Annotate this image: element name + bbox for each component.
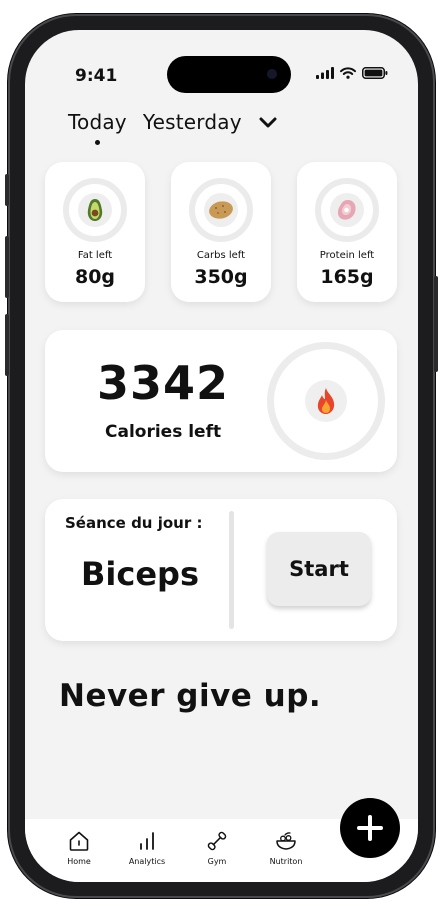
tab-yesterday[interactable]: Yesterday (143, 110, 242, 134)
add-button[interactable] (340, 798, 400, 858)
meat-icon (337, 200, 356, 220)
session-card: Séance du jour : Biceps Start (45, 499, 397, 641)
action-button (5, 174, 9, 206)
calories-value: 3342 (97, 356, 230, 410)
nav-item-gym[interactable]: Gym (187, 829, 247, 866)
nav-label-home: Home (67, 857, 91, 866)
fat-value: 80g (74, 266, 116, 288)
carbs-label: Carbs left (196, 250, 246, 261)
carbs-value: 350g (194, 266, 248, 288)
carbs-card[interactable]: Carbs left 350g (171, 162, 271, 302)
start-button[interactable]: Start (267, 532, 371, 606)
app-screen: 9:41 Today Yesterday Fat left 80g Carbs … (25, 30, 418, 882)
home-icon (69, 831, 89, 851)
fat-card[interactable]: Fat left 80g (45, 162, 145, 302)
phone-frame: 9:41 Today Yesterday Fat left 80g Carbs … (5, 14, 438, 898)
nav-item-home[interactable]: Home (49, 829, 109, 866)
potato-icon (209, 201, 233, 219)
dumbbell-icon (207, 831, 227, 851)
tab-today[interactable]: Today (68, 110, 127, 145)
flame-icon (317, 388, 335, 414)
nav-label-analytics: Analytics (128, 857, 166, 866)
fat-progress-ring (63, 178, 127, 242)
battery-icon (362, 67, 388, 79)
tab-today-label: Today (68, 110, 127, 134)
session-name: Biceps (81, 555, 199, 593)
plus-icon (357, 815, 383, 841)
protein-label: Protein left (319, 250, 375, 261)
carbs-progress-ring (189, 178, 253, 242)
salad-bowl-icon (276, 832, 296, 850)
protein-value: 165g (320, 266, 374, 288)
nav-label-nutrition: Nutriton (269, 857, 303, 866)
volume-down-button (5, 314, 9, 376)
nav-label-gym: Gym (207, 857, 227, 866)
fat-label: Fat left (77, 250, 113, 261)
chevron-down-icon[interactable] (256, 112, 280, 132)
volume-up-button (5, 236, 9, 298)
protein-progress-ring (315, 178, 379, 242)
wifi-icon (340, 67, 356, 79)
avocado-icon (87, 199, 103, 221)
nav-item-analytics[interactable]: Analytics (117, 829, 177, 866)
calories-progress-ring (267, 342, 385, 460)
tab-yesterday-label: Yesterday (142, 110, 242, 134)
nav-item-nutrition[interactable]: Nutriton (256, 829, 316, 866)
motto-text: Never give up. (59, 678, 322, 714)
power-button (434, 276, 438, 372)
active-tab-indicator (95, 140, 101, 145)
calories-label: Calories left (105, 422, 222, 442)
signal-icon (316, 67, 334, 79)
session-title: Séance du jour : (65, 514, 203, 532)
status-time: 9:41 (75, 66, 118, 86)
protein-card[interactable]: Protein left 165g (297, 162, 397, 302)
analytics-icon (140, 832, 154, 850)
calories-card[interactable]: 3342 Calories left (45, 330, 397, 472)
status-icons (316, 67, 388, 79)
dynamic-island (167, 56, 291, 93)
day-tabs: Today Yesterday (68, 110, 280, 145)
session-divider (229, 511, 234, 629)
